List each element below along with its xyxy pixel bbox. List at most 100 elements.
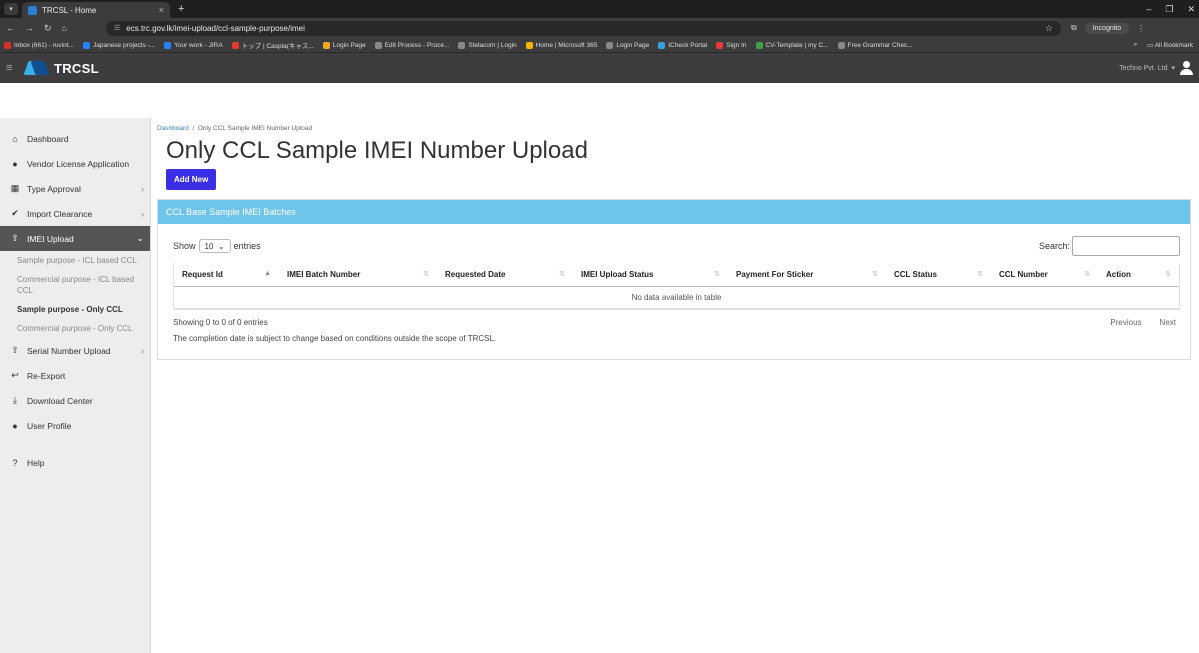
sort-icon: ⇅ bbox=[872, 271, 878, 278]
add-new-button[interactable]: Add New bbox=[166, 169, 217, 190]
bookmark-item[interactable]: Inbox (661) - ruvint... bbox=[4, 41, 74, 49]
previous-button[interactable]: Previous bbox=[1110, 318, 1141, 327]
home-icon[interactable]: ⌂ bbox=[62, 23, 67, 34]
bookmark-item[interactable]: ICheck Portal bbox=[658, 41, 707, 49]
column-header-imei-upload-status[interactable]: IMEI Upload Status ⇅ bbox=[573, 263, 728, 287]
user-avatar-icon bbox=[1179, 61, 1193, 75]
bookmark-item[interactable]: Login Page bbox=[322, 41, 366, 49]
column-header-ccl-status[interactable]: CCL Status ⇅ bbox=[886, 263, 991, 287]
bookmark-favicon-icon bbox=[658, 41, 666, 49]
table-header-row: Request Id ▲ IMEI Batch Number ⇅ Requested… bbox=[174, 263, 1179, 287]
nav-buttons: ← → ↻ ⌂ bbox=[6, 23, 106, 34]
toolbar-right: ⧉ Incognito ⋮ bbox=[1071, 22, 1145, 34]
search-input[interactable] bbox=[1072, 236, 1180, 256]
sidebar-subitem-sample-icl[interactable]: Sample purpose - ICL based CCL bbox=[0, 251, 150, 270]
tab-search-button[interactable]: ▾ bbox=[4, 3, 18, 15]
sidebar-item-vendor-license[interactable]: ● Vendor License Application bbox=[0, 151, 150, 176]
sort-icon: ⇅ bbox=[423, 271, 429, 278]
bookmarks-overflow: » ▭ All Bookmark bbox=[1133, 41, 1195, 49]
bookmark-star-icon[interactable]: ☆ bbox=[1045, 23, 1053, 34]
browser-tab[interactable]: TRCSL - Home × bbox=[22, 2, 170, 18]
bookmark-item[interactable]: Login Page bbox=[606, 41, 649, 49]
app-header: ≡ TRCSL Techno Pvt. Ltd ▾ bbox=[0, 53, 1199, 83]
browser-toolbar: ← → ↻ ⌂ ☰ ecs.trc.gov.lk/imei-upload/ccl… bbox=[0, 18, 1199, 38]
window-controls: – ❐ ✕ bbox=[1146, 4, 1199, 15]
bookmark-item[interactable]: Your work - JIRA bbox=[164, 41, 223, 49]
url-text: ecs.trc.gov.lk/imei-upload/ccl-sample-pu… bbox=[126, 23, 305, 33]
sidebar-subitem-commercial-only-ccl[interactable]: Commercial purpose - Only CCL bbox=[0, 319, 150, 338]
chevron-right-icon: › bbox=[141, 183, 144, 194]
sidebar-subitem-sample-only-ccl[interactable]: Sample purpose - Only CCL bbox=[0, 300, 150, 319]
column-header-request-id[interactable]: Request Id ▲ bbox=[174, 263, 279, 287]
forward-icon[interactable]: → bbox=[25, 23, 34, 34]
chevron-right-icon: › bbox=[141, 345, 144, 356]
sidebar-item-type-approval[interactable]: ▦ Type Approval › bbox=[0, 176, 150, 201]
sidebar-item-serial-number-upload[interactable]: ⇧ Serial Number Upload › bbox=[0, 338, 150, 363]
sidebar-item-import-clearance[interactable]: ✔ Import Clearance › bbox=[0, 201, 150, 226]
close-window-icon[interactable]: ✕ bbox=[1187, 4, 1195, 15]
extensions-icon[interactable]: ⧉ bbox=[1071, 23, 1077, 33]
bookmark-item[interactable]: Stelacom | Login bbox=[458, 41, 517, 49]
browser-menu-icon[interactable]: ⋮ bbox=[1137, 24, 1145, 33]
restore-icon[interactable]: ❐ bbox=[1165, 4, 1173, 15]
sidebar-item-download-center[interactable]: ⤓ Download Center bbox=[0, 388, 150, 413]
site-info-icon[interactable]: ☰ bbox=[114, 24, 120, 32]
chevron-down-icon: ⌄ bbox=[136, 233, 144, 243]
back-icon[interactable]: ← bbox=[6, 23, 15, 34]
bookmark-item[interactable]: Free Grammar Chec... bbox=[837, 41, 913, 49]
entries-label: entries bbox=[233, 241, 261, 251]
sidebar-item-imei-upload[interactable]: ⇧ IMEI Upload ⌄ bbox=[0, 226, 150, 251]
sidebar-item-help[interactable]: ? Help bbox=[0, 450, 150, 475]
bookmark-item[interactable]: Edit Process - Proce... bbox=[374, 41, 449, 49]
folder-icon: ▭ bbox=[1147, 42, 1155, 49]
minimize-icon[interactable]: – bbox=[1146, 4, 1151, 15]
bookmark-favicon-icon bbox=[322, 41, 330, 49]
menu-toggle-icon[interactable]: ≡ bbox=[6, 62, 26, 74]
sidebar-subitem-commercial-icl[interactable]: Commercial purpose - ICL based CCL bbox=[0, 270, 150, 300]
breadcrumb-separator: / bbox=[192, 125, 195, 132]
sidebar-item-dashboard[interactable]: ⌂ Dashboard bbox=[0, 126, 150, 151]
tab-close-icon[interactable]: × bbox=[159, 5, 164, 15]
bookmark-label: トップ | Caspla(キャス... bbox=[241, 43, 314, 50]
bookmark-favicon-icon bbox=[837, 41, 845, 49]
column-header-requested-date[interactable]: Requested Date ⇅ bbox=[437, 263, 573, 287]
bookmark-favicon-icon bbox=[755, 41, 763, 49]
search-wrap: Search: bbox=[1039, 236, 1180, 256]
sort-icon: ⇅ bbox=[977, 271, 983, 278]
column-header-imei-batch-number[interactable]: IMEI Batch Number ⇅ bbox=[279, 263, 437, 287]
column-header-action[interactable]: Action ⇅ bbox=[1098, 263, 1179, 287]
bookmark-favicon-icon bbox=[458, 41, 466, 49]
bookmarks-bar: Inbox (661) - ruvint... Japanese projects… bbox=[0, 38, 1199, 53]
bookmark-item[interactable]: Japanese projects -... bbox=[82, 41, 155, 49]
sidebar-item-user-profile[interactable]: ● User Profile bbox=[0, 413, 150, 438]
breadcrumb-dashboard-link[interactable]: Dashboard bbox=[157, 125, 189, 132]
page-size-select[interactable]: 10 ⌄ bbox=[198, 239, 231, 253]
next-button[interactable]: Next bbox=[1160, 318, 1176, 327]
bookmark-item[interactable]: トップ | Caspla(キャス... bbox=[231, 40, 314, 50]
reload-icon[interactable]: ↻ bbox=[44, 23, 52, 34]
column-header-payment-for-sticker[interactable]: Payment For Sticker ⇅ bbox=[728, 263, 886, 287]
incognito-badge[interactable]: Incognito bbox=[1084, 22, 1130, 34]
address-bar[interactable]: ☰ ecs.trc.gov.lk/imei-upload/ccl-sample-… bbox=[106, 20, 1061, 36]
sidebar-item-re-export[interactable]: ↩ Re-Export bbox=[0, 363, 150, 388]
bookmarks-more-icon[interactable]: » bbox=[1133, 41, 1137, 49]
all-bookmarks-button[interactable]: ▭ All Bookmark bbox=[1147, 41, 1193, 49]
sort-icon: ⇅ bbox=[559, 271, 565, 278]
bookmark-item[interactable]: CV-Template | my C... bbox=[755, 41, 829, 49]
new-tab-button[interactable]: + bbox=[178, 3, 184, 15]
bookmark-favicon-icon bbox=[374, 41, 382, 49]
bookmark-favicon-icon bbox=[525, 41, 533, 49]
datatable-footer: Showing 0 to 0 of 0 entries Previous Nex… bbox=[173, 318, 1180, 327]
user-menu[interactable]: Techno Pvt. Ltd ▾ bbox=[1119, 61, 1193, 75]
column-header-ccl-number[interactable]: CCL Number ⇅ bbox=[991, 263, 1098, 287]
bookmark-item[interactable]: Sign In bbox=[716, 41, 747, 49]
sidebar: ⌂ Dashboard ● Vendor License Application… bbox=[0, 118, 151, 653]
sort-asc-icon: ▲ bbox=[264, 270, 271, 277]
main-content: Dashboard / Only CCL Sample IMEI Number … bbox=[151, 118, 1199, 653]
home-icon: ⌂ bbox=[12, 133, 18, 144]
bookmark-item[interactable]: Home | Microsoft 365 bbox=[525, 41, 597, 49]
completion-note: The completion date is subject to change… bbox=[173, 334, 497, 343]
bookmark-favicon-icon bbox=[231, 41, 239, 49]
pagination: Previous Next bbox=[1110, 318, 1180, 327]
caret-down-icon: ▾ bbox=[1171, 65, 1175, 72]
